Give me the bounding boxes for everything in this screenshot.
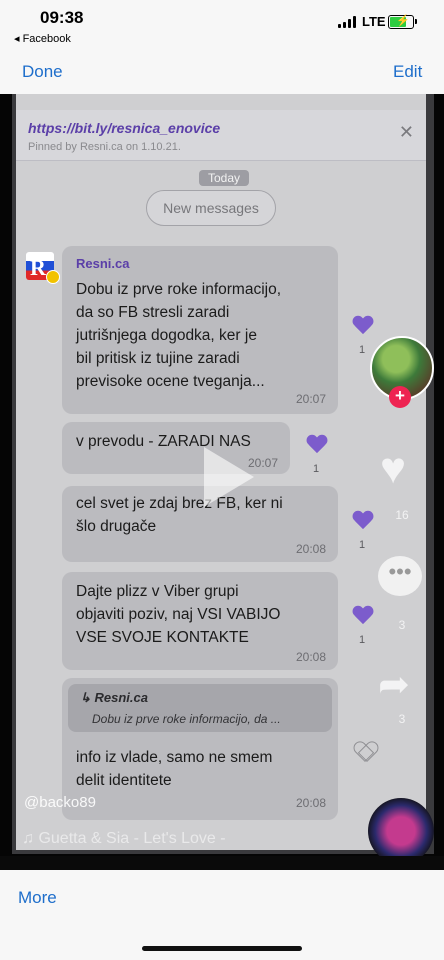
quoted-reply[interactable]: ↳ Resni.ca Dobu iz prve roke informacijo… — [68, 684, 332, 732]
message-bubble[interactable]: cel svet je zdaj brez FB, ker ni šlo drug… — [62, 486, 338, 562]
message-bubble[interactable]: v prevodu - ZARADI NAS 20:07 — [62, 422, 290, 474]
message-text: Dajte plizz v Viber grupi objaviti poziv,… — [76, 583, 281, 646]
edit-button[interactable]: Edit — [393, 62, 422, 82]
message-time: 20:07 — [295, 392, 326, 406]
day-divider: Today — [199, 170, 250, 186]
like-heart-icon[interactable]: ♥ — [380, 444, 406, 494]
message-time: 20:08 — [295, 650, 326, 664]
quoted-text: Dobu iz prve roke informacijo, da ... — [92, 712, 281, 726]
back-to-app-link[interactable]: ◂ Facebook — [14, 32, 71, 45]
message-text: info iz vlade, samo ne smem delit identit… — [76, 749, 273, 789]
battery-icon: ⚡ — [388, 15, 417, 29]
message-time: 20:08 — [295, 542, 326, 556]
music-note-icon: ♫ — [22, 830, 34, 847]
like-count: 1 — [359, 634, 366, 646]
comment-total: 3 — [398, 618, 406, 632]
share-arrow-icon[interactable]: ➦ — [378, 662, 410, 707]
message-bubble[interactable]: ↳ Resni.ca Dobu iz prve roke informacijo… — [62, 678, 338, 820]
status-bar: 09:38 ◂ Facebook LTE ⚡ — [0, 0, 444, 50]
like-count: 1 — [359, 344, 366, 356]
signal-icon — [338, 16, 356, 28]
heart-outline-icon[interactable] — [354, 742, 376, 762]
bottom-bar: More — [0, 870, 444, 960]
media-preview: https://bit.ly/resnica_enovice Pinned by… — [0, 94, 444, 870]
more-button[interactable]: More — [18, 888, 57, 908]
heart-icon[interactable] — [352, 511, 374, 531]
close-icon[interactable]: ✕ — [399, 122, 414, 143]
follow-plus-icon[interactable]: + — [389, 386, 411, 408]
like-total: 16 — [395, 508, 409, 522]
heart-icon[interactable] — [306, 435, 328, 455]
pinned-message-banner[interactable]: https://bit.ly/resnica_enovice Pinned by… — [16, 110, 426, 161]
android-nav-bar — [0, 856, 444, 870]
done-button[interactable]: Done — [22, 62, 63, 82]
heart-icon[interactable] — [352, 316, 374, 336]
pinned-meta: Pinned by Resni.ca on 1.10.21. — [28, 141, 181, 153]
music-disc-icon[interactable] — [368, 798, 434, 864]
avatar[interactable]: R — [26, 252, 60, 286]
message-bubble[interactable]: Dajte plizz v Viber grupi objaviti poziv,… — [62, 572, 338, 670]
network-type: LTE — [362, 14, 386, 29]
like-count: 1 — [313, 463, 320, 475]
home-indicator[interactable] — [142, 946, 302, 951]
pinned-link[interactable]: https://bit.ly/resnica_enovice — [28, 120, 220, 136]
play-icon[interactable] — [204, 447, 254, 507]
message-time: 20:08 — [295, 796, 326, 810]
share-total: 3 — [398, 712, 406, 726]
viewer-toolbar: Done Edit — [0, 50, 444, 94]
music-ticker: ♫ Guetta & Sia - Let's Love - — [22, 830, 226, 848]
username-watermark: @backo89 — [24, 794, 96, 811]
status-time: 09:38 — [40, 8, 84, 27]
message-bubble[interactable]: Resni.ca Dobu iz prve roke informacijo, d… — [62, 246, 338, 414]
heart-icon[interactable] — [352, 606, 374, 626]
new-messages-pill: New messages — [146, 190, 276, 226]
phone-frame: https://bit.ly/resnica_enovice Pinned by… — [12, 94, 434, 854]
quoted-sender: ↳ Resni.ca — [80, 690, 148, 705]
music-title: Guetta & Sia - Let's Love - — [38, 830, 226, 847]
comment-icon[interactable]: ••• — [378, 556, 422, 596]
sender-name: Resni.ca — [76, 256, 130, 271]
like-count: 1 — [359, 539, 366, 551]
message-text: Dobu iz prve roke informacijo, da so FB s… — [76, 281, 282, 390]
